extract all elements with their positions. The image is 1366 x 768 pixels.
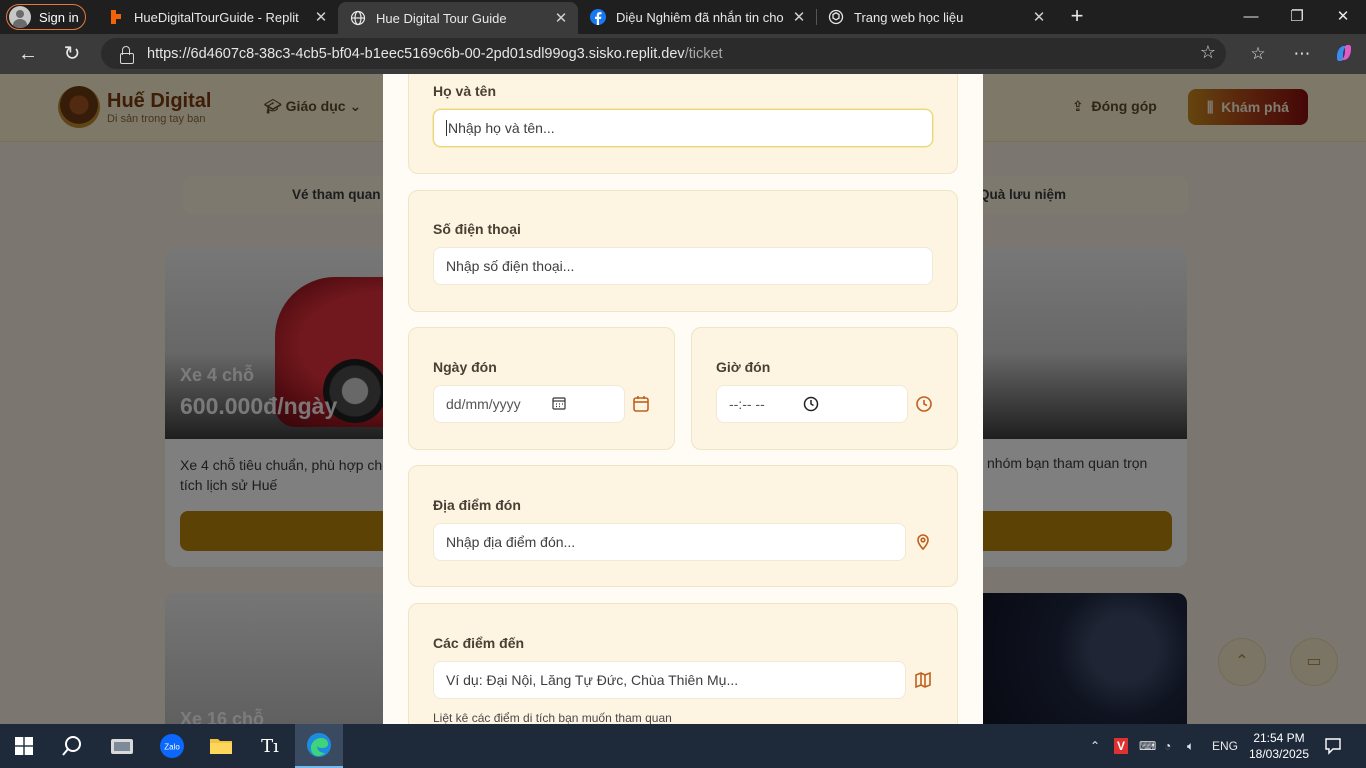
clock-picker-icon[interactable]	[803, 396, 819, 415]
close-tab-icon[interactable]: ✕	[550, 9, 572, 27]
phone-input[interactable]: Nhập số điện thoại...	[433, 247, 933, 285]
text-caret	[446, 120, 447, 136]
close-window-icon[interactable]: ✕	[1320, 0, 1366, 34]
zalo-icon[interactable]: Zalo	[148, 724, 196, 768]
lock-icon	[119, 45, 134, 64]
notification-center-icon[interactable]	[1324, 724, 1342, 768]
windows-taskbar: Zalo Tı ⌃ V ⌨ ◔ 🔈︎ ENG 21:54 PM 18/03/20…	[0, 724, 1366, 768]
tab-hue-digital[interactable]: Hue Digital Tour Guide ✕	[338, 2, 578, 34]
sign-in-button[interactable]: Sign in	[6, 4, 86, 30]
date-input[interactable]: dd/mm/yyyy	[433, 385, 625, 423]
network-icon[interactable]: ◔	[1164, 724, 1171, 768]
destinations-label: Các điểm đến	[433, 635, 525, 651]
replit-icon	[108, 9, 124, 25]
time-input[interactable]: --:-- --	[716, 385, 908, 423]
restore-icon[interactable]: ❐	[1274, 0, 1320, 34]
page-viewport: Huế Digital Di sản trong tay bạn 🎓︎ Giáo…	[0, 74, 1366, 724]
taskbar-clock[interactable]: 21:54 PM 18/03/2025	[1246, 730, 1312, 762]
tab-hoc-lieu[interactable]: Trang web học liệu ✕	[816, 0, 1056, 34]
favorites-icon[interactable]: ☆	[1245, 42, 1271, 66]
pickup-placeholder: Nhập địa điểm đón...	[446, 534, 576, 550]
edge-browser-icon[interactable]	[295, 724, 343, 768]
tab-replit[interactable]: HueDigitalTourGuide - Replit ✕	[96, 0, 338, 34]
url-path: /ticket	[684, 45, 723, 62]
time-placeholder: --:-- --	[729, 396, 765, 412]
destinations-placeholder: Ví dụ: Đại Nội, Lăng Tự Đức, Chùa Thiên …	[446, 672, 739, 688]
windows-start-icon[interactable]	[0, 724, 48, 768]
folder-icon[interactable]	[197, 724, 245, 768]
map-icon	[914, 671, 934, 691]
profile-avatar-icon	[9, 6, 31, 28]
language-indicator[interactable]: ENG	[1212, 724, 1238, 768]
input-method-icon[interactable]: ⌨	[1139, 724, 1156, 768]
clock-time: 21:54 PM	[1253, 731, 1305, 745]
tab-title: Trang web học liệu	[854, 9, 964, 25]
map-pin-icon	[914, 533, 934, 553]
close-tab-icon[interactable]: ✕	[788, 8, 810, 26]
new-tab-icon[interactable]: +	[1066, 4, 1088, 28]
refresh-icon[interactable]: ↻	[57, 40, 87, 68]
close-tab-icon[interactable]: ✕	[310, 8, 332, 26]
tab-title: Hue Digital Tour Guide	[376, 10, 507, 26]
sign-in-label: Sign in	[39, 9, 79, 25]
phone-label: Số điện thoại	[433, 221, 521, 237]
name-input[interactable]: Nhập họ và tên...	[433, 109, 933, 147]
destinations-input[interactable]: Ví dụ: Đại Nội, Lăng Tự Đức, Chùa Thiên …	[433, 661, 906, 699]
vietnamese-ime-icon[interactable]: V	[1114, 724, 1129, 768]
text-editor-icon[interactable]: Tı	[246, 724, 294, 768]
file-manager-icon[interactable]	[98, 724, 146, 768]
globe-icon	[350, 10, 366, 26]
copilot-icon[interactable]	[1331, 42, 1357, 66]
search-icon[interactable]	[48, 724, 96, 768]
back-arrow-icon[interactable]: ←	[13, 40, 43, 68]
facebook-icon	[590, 9, 606, 25]
pickup-label: Địa điểm đón	[433, 497, 521, 513]
address-toolbar: ← ↻ https://6d4607c8-38c3-4cb5-bf04-b1ee…	[0, 34, 1366, 74]
clock-date: 18/03/2025	[1248, 747, 1310, 761]
date-label: Ngày đón	[433, 359, 497, 375]
svg-text:Zalo: Zalo	[164, 743, 180, 752]
name-placeholder: Nhập họ và tên...	[448, 120, 555, 136]
pickup-input[interactable]: Nhập địa điểm đón...	[433, 523, 906, 561]
calendar-icon	[632, 395, 652, 415]
favorite-star-icon[interactable]: ☆	[1200, 42, 1216, 63]
url-host: https://6d4607c8-38c3-4cb5-bf04-b1eec516…	[147, 45, 685, 62]
calendar-picker-icon[interactable]	[552, 396, 566, 413]
openai-icon	[828, 9, 844, 25]
ticket-booking-modal: Họ và tên Nhập họ và tên... Số điện thoạ…	[383, 74, 983, 724]
tab-title: HueDigitalTourGuide - Replit	[134, 9, 299, 25]
url-bar[interactable]: https://6d4607c8-38c3-4cb5-bf04-b1eec516…	[101, 38, 1226, 69]
time-label: Giờ đón	[716, 359, 771, 375]
clock-icon	[915, 395, 935, 415]
show-hidden-icons-chevron-icon[interactable]: ⌃	[1090, 724, 1100, 768]
more-options-icon[interactable]: ⋯	[1289, 42, 1315, 66]
date-placeholder: dd/mm/yyyy	[446, 396, 521, 412]
destinations-hint: Liệt kê các điểm di tích bạn muốn tham q…	[433, 711, 672, 724]
tab-facebook[interactable]: Diệu Nghiêm đã nhắn tin cho bạn ✕	[578, 0, 816, 34]
phone-placeholder: Nhập số điện thoại...	[446, 258, 575, 274]
close-tab-icon[interactable]: ✕	[1028, 8, 1050, 26]
name-label: Họ và tên	[433, 83, 497, 99]
volume-icon[interactable]: 🔈︎	[1187, 724, 1194, 768]
browser-tab-bar: Sign in HueDigitalTourGuide - Replit ✕ H…	[0, 0, 1366, 34]
tab-title: Diệu Nghiêm đã nhắn tin cho bạn	[616, 9, 788, 25]
minimize-icon[interactable]: —	[1228, 0, 1274, 34]
